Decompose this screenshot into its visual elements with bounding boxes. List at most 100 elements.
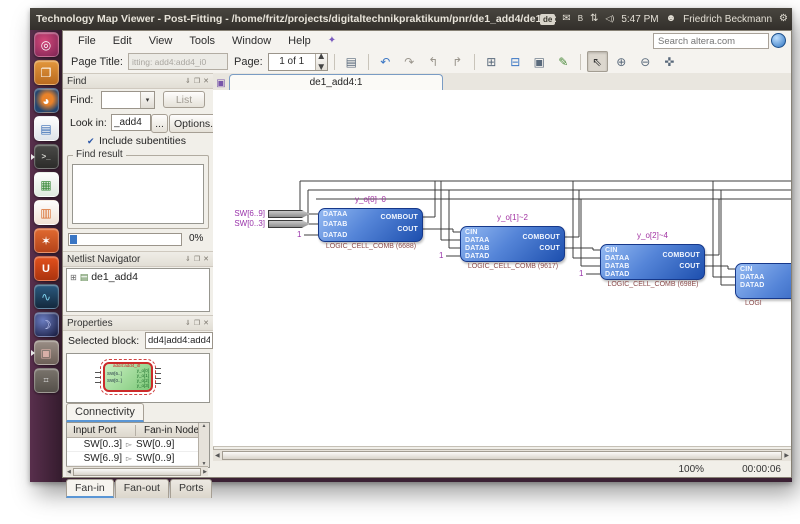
input-pin-symbol[interactable]: [268, 220, 310, 228]
selected-block-input[interactable]: [145, 332, 213, 349]
netlist-root-item[interactable]: ⊞ ▤ de1_add4: [67, 269, 209, 283]
logic-cell[interactable]: CIN DATAA DATAD: [735, 263, 791, 299]
cell-output-label[interactable]: y_o[1]~2: [460, 213, 565, 222]
connectivity-button[interactable]: Connectivity: [66, 403, 144, 422]
zoom-out-button[interactable]: ⊖: [635, 51, 656, 72]
close-icon[interactable]: ✕: [203, 77, 209, 85]
back-button[interactable]: ↶: [375, 51, 396, 72]
tab-fan-out[interactable]: Fan-out: [115, 479, 169, 498]
scroll-right-icon[interactable]: ▶: [784, 452, 789, 459]
menu-edit[interactable]: Edit: [113, 35, 132, 47]
menu-view[interactable]: View: [149, 35, 173, 47]
launcher-keyboard[interactable]: ⌗: [34, 368, 59, 393]
pin-icon[interactable]: ⇓: [185, 77, 191, 85]
context-help-icon[interactable]: ✦: [328, 35, 336, 46]
bluetooth-icon[interactable]: B: [578, 15, 583, 23]
scrollbar-thumb[interactable]: [73, 468, 201, 476]
fan-in-table[interactable]: Input Port Fan-in Node SW[0..3] ▻ SW[0..…: [66, 422, 210, 468]
launcher-ubuntu-dash[interactable]: ◎: [34, 32, 59, 57]
scrollbar-thumb[interactable]: [222, 451, 783, 460]
launcher-wireshark[interactable]: ∿: [34, 284, 59, 309]
logic-cell[interactable]: CIN DATAA DATAB DATAD COMBOUT COUT: [600, 244, 705, 280]
logic-cell[interactable]: CIN DATAA DATAB DATAD COMBOUT COUT: [460, 226, 565, 262]
report-window-button[interactable]: ▤: [341, 51, 362, 72]
float-icon[interactable]: ❐: [194, 255, 200, 263]
launcher-terminal[interactable]: >_: [34, 144, 59, 169]
launcher-calc[interactable]: ▦: [34, 172, 59, 197]
pin-icon[interactable]: ⇓: [185, 255, 191, 263]
netlist-tree[interactable]: ⊞ ▤ de1_add4: [66, 268, 210, 312]
down-hierarchy-button[interactable]: ↱: [447, 51, 468, 72]
close-icon[interactable]: ✕: [203, 255, 209, 263]
list-button[interactable]: List: [163, 91, 205, 108]
input-pin-symbol[interactable]: [268, 210, 310, 218]
table-row[interactable]: SW[6..9] ▻ SW[0..9]: [67, 452, 209, 466]
launcher-eclipse[interactable]: ☽: [34, 312, 59, 337]
tree-expand-icon[interactable]: ⊞: [70, 273, 77, 282]
float-icon[interactable]: ❐: [194, 319, 200, 327]
page-spinner-buttons[interactable]: ▲ ▼: [315, 54, 327, 70]
volume-icon[interactable]: ◁): [606, 15, 615, 23]
combo-arrow-icon[interactable]: ▾: [140, 92, 154, 108]
pin-icon[interactable]: ⇓: [185, 319, 191, 327]
table-row[interactable]: SW[0..3] ▻ SW[0..9]: [67, 438, 209, 452]
table-horizontal-scrollbar[interactable]: ◀ ▶: [66, 466, 208, 476]
copy-image-button[interactable]: ▣: [529, 51, 550, 72]
look-in-input[interactable]: [111, 114, 151, 131]
mail-icon[interactable]: ✉: [562, 14, 570, 24]
launcher-files[interactable]: ❐: [34, 60, 59, 85]
pan-tool-button[interactable]: ✜: [659, 51, 680, 72]
clock[interactable]: 5:47 PM: [621, 14, 658, 25]
spin-up-icon[interactable]: ▲: [316, 51, 326, 62]
selection-tool-button[interactable]: ⇖: [587, 51, 608, 72]
expand-button[interactable]: ⊞: [481, 51, 502, 72]
menu-file[interactable]: File: [78, 35, 96, 47]
user-name[interactable]: Friedrich Beckmann: [683, 14, 772, 25]
cell-output-label[interactable]: y_o[2]~4: [600, 231, 705, 240]
float-icon[interactable]: ❐: [194, 77, 200, 85]
schematic-horizontal-scrollbar[interactable]: ◀ ▶: [213, 449, 791, 461]
menu-help[interactable]: Help: [288, 35, 311, 47]
preview-block[interactable]: add4:add4_i0 SW[6..] SW[0..] y_o[0] y_o[…: [103, 362, 153, 392]
logic-cell[interactable]: DATAA DATAB DATAD COMBOUT COUT: [318, 208, 423, 242]
tab-ports[interactable]: Ports: [170, 479, 213, 498]
annotate-button[interactable]: ✎: [553, 51, 574, 72]
spin-down-icon[interactable]: ▼: [316, 62, 326, 73]
launcher-writer[interactable]: ▤: [34, 116, 59, 141]
scroll-right-icon[interactable]: ▶: [203, 469, 207, 475]
menu-tools[interactable]: Tools: [189, 35, 215, 47]
launcher-ubuntu-one[interactable]: U: [34, 256, 59, 281]
table-vertical-scrollbar[interactable]: ▲ ▼: [198, 423, 209, 467]
network-icon[interactable]: ⇅: [590, 14, 598, 24]
up-hierarchy-button[interactable]: ↰: [423, 51, 444, 72]
search-input[interactable]: [653, 33, 769, 49]
gear-icon[interactable]: ⚙: [779, 14, 788, 24]
tab-fan-in[interactable]: Fan-in: [66, 479, 114, 498]
schematic-tab[interactable]: de1_add4:1: [229, 74, 443, 90]
find-result-box[interactable]: [72, 164, 204, 224]
page-spinner[interactable]: 1 of 1 ▲ ▼: [268, 53, 328, 71]
scroll-up-icon[interactable]: ▲: [202, 423, 207, 429]
scroll-left-icon[interactable]: ◀: [215, 452, 220, 459]
launcher-impress[interactable]: ▥: [34, 200, 59, 225]
collapse-button[interactable]: ⊟: [505, 51, 526, 72]
launcher-firefox[interactable]: ◕: [34, 88, 59, 113]
col-input-port[interactable]: Input Port: [67, 425, 136, 436]
globe-icon[interactable]: [771, 33, 786, 48]
input-port-label[interactable]: SW[0..3]: [219, 219, 265, 228]
find-combobox[interactable]: ▾: [101, 91, 155, 109]
scroll-left-icon[interactable]: ◀: [67, 469, 71, 475]
keyboard-layout-indicator[interactable]: de: [540, 14, 555, 25]
close-icon[interactable]: ✕: [203, 319, 209, 327]
block-preview[interactable]: add4:add4_i0 SW[6..] SW[0..] y_o[0] y_o[…: [66, 353, 210, 403]
launcher-software-center[interactable]: ✶: [34, 228, 59, 253]
cell-output-label[interactable]: y_o[0]~0: [318, 195, 423, 204]
schematic-canvas[interactable]: SW[6..9] SW[0..3] y_o[0]~0 DATAA DATAB D…: [213, 90, 791, 447]
forward-button[interactable]: ↷: [399, 51, 420, 72]
menu-window[interactable]: Window: [232, 35, 271, 47]
subentities-checkbox[interactable]: ✔: [87, 136, 95, 147]
input-port-label[interactable]: SW[6..9]: [219, 209, 265, 218]
zoom-in-button[interactable]: ⊕: [611, 51, 632, 72]
launcher-screenshot-tool[interactable]: ▣: [34, 340, 59, 365]
browse-button[interactable]: ...: [151, 114, 168, 133]
